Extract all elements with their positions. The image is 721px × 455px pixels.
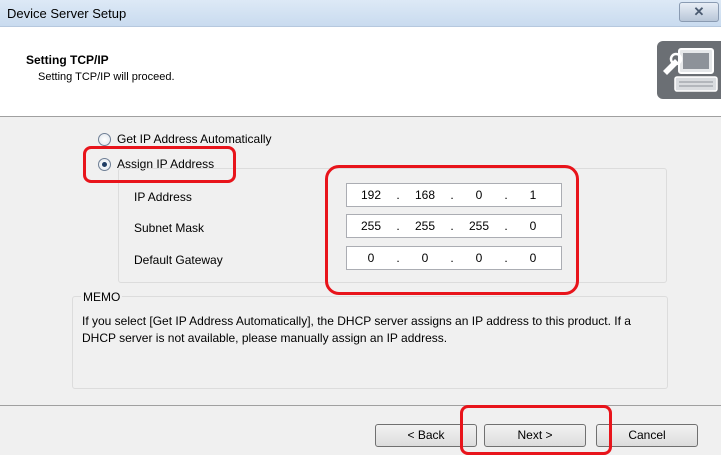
computer-settings-icon bbox=[657, 41, 721, 99]
next-button[interactable]: Next > bbox=[484, 424, 586, 447]
back-button[interactable]: < Back bbox=[375, 424, 477, 447]
ip-octet-1[interactable]: 192 bbox=[347, 188, 395, 202]
window-title: Device Server Setup bbox=[7, 6, 127, 21]
page-title: Setting TCP/IP bbox=[26, 53, 109, 67]
subnet-mask-field[interactable]: 255. 255. 255. 0 bbox=[346, 214, 562, 238]
cancel-button[interactable]: Cancel bbox=[596, 424, 698, 447]
ip-octet-4[interactable]: 1 bbox=[509, 188, 557, 202]
gateway-octet-4[interactable]: 0 bbox=[509, 251, 557, 265]
subnet-octet-2[interactable]: 255 bbox=[401, 219, 449, 233]
subnet-mask-label: Subnet Mask bbox=[134, 221, 205, 235]
default-gateway-field[interactable]: 0. 0. 0. 0 bbox=[346, 246, 562, 270]
ip-address-label: IP Address bbox=[134, 190, 192, 204]
memo-text: If you select [Get IP Address Automatica… bbox=[82, 314, 631, 345]
gateway-octet-3[interactable]: 0 bbox=[455, 251, 503, 265]
subnet-octet-1[interactable]: 255 bbox=[347, 219, 395, 233]
gateway-octet-1[interactable]: 0 bbox=[347, 251, 395, 265]
ip-octet-2[interactable]: 168 bbox=[401, 188, 449, 202]
auto-ip-label: Get IP Address Automatically bbox=[117, 132, 272, 146]
page-subtitle: Setting TCP/IP will proceed. bbox=[38, 71, 175, 83]
auto-ip-radio[interactable] bbox=[98, 132, 111, 146]
setup-window: Device Server Setup ✕ Setting TCP/IP Set… bbox=[0, 0, 721, 455]
wizard-header: Setting TCP/IP Setting TCP/IP will proce… bbox=[0, 27, 721, 117]
memo-label: MEMO bbox=[81, 290, 123, 304]
assign-ip-radio[interactable] bbox=[98, 157, 111, 171]
close-icon: ✕ bbox=[693, 4, 705, 19]
default-gateway-label: Default Gateway bbox=[134, 253, 223, 267]
ip-octet-3[interactable]: 0 bbox=[455, 188, 503, 202]
gateway-octet-2[interactable]: 0 bbox=[401, 251, 449, 265]
subnet-octet-3[interactable]: 255 bbox=[455, 219, 503, 233]
auto-ip-option[interactable]: Get IP Address Automatically bbox=[98, 132, 272, 146]
ip-address-field[interactable]: 192. 168. 0. 1 bbox=[346, 183, 562, 207]
close-button[interactable]: ✕ bbox=[679, 2, 719, 22]
subnet-octet-4[interactable]: 0 bbox=[509, 219, 557, 233]
title-bar: Device Server Setup ✕ bbox=[0, 0, 721, 27]
